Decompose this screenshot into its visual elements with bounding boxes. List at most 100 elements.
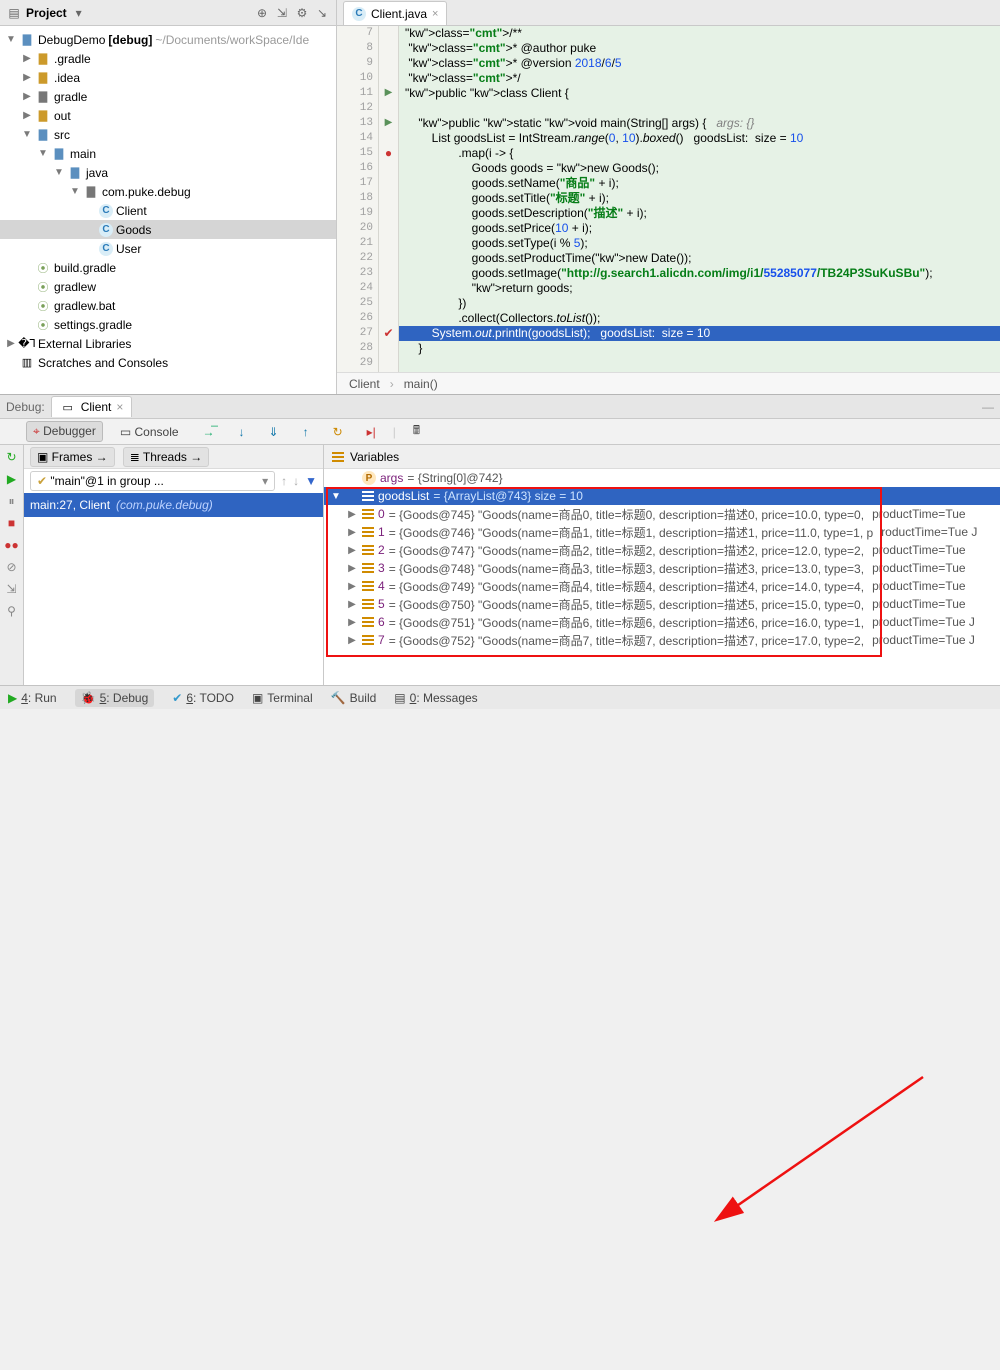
- tree-item[interactable]: ▶▇.idea: [0, 68, 336, 87]
- pause-icon[interactable]: ⏸: [4, 493, 20, 509]
- var-item[interactable]: ▶ 2 = {Goods@747} "Goods(name=商品2, title…: [324, 541, 1000, 559]
- project-tree[interactable]: ▼ ▇ DebugDemo [debug] ~/Documents/workSp…: [0, 26, 336, 394]
- variables-panel: Variables P args = {String[0]@742} ▼ goo…: [324, 445, 1000, 685]
- debug-panel: Debug: ▭ Client × — ⌖ Debugger ▭ Console…: [0, 394, 1000, 685]
- editor-tabbar: C Client.java ×: [337, 0, 1000, 26]
- run-tool[interactable]: ▶ 4: Run: [8, 691, 57, 705]
- mute-breakpoints-icon[interactable]: ⊘: [4, 559, 20, 575]
- var-item[interactable]: ▶ 0 = {Goods@745} "Goods(name=商品0, title…: [324, 505, 1000, 523]
- project-title: Project: [26, 6, 67, 20]
- debugger-tab[interactable]: ⌖ Debugger: [26, 421, 103, 442]
- close-icon[interactable]: ×: [116, 400, 123, 414]
- project-sidebar: ▤ Project ▾ ⊕ ⇲ ⚙ ↘ ▼ ▇ DebugDemo [debug…: [0, 0, 337, 394]
- variables-title: Variables: [350, 450, 399, 464]
- terminal-tool[interactable]: ▣ Terminal: [252, 691, 313, 705]
- code-editor[interactable]: 7891011121314151617181920212223242526272…: [337, 26, 1000, 372]
- file-icon: ⦿: [35, 279, 51, 295]
- tree-item[interactable]: ▶▇out: [0, 106, 336, 125]
- settings-icon[interactable]: ⇲: [4, 581, 20, 597]
- view-breakpoints-icon[interactable]: ●●: [4, 537, 20, 553]
- crumb-class[interactable]: Client: [349, 377, 380, 391]
- threads-tab[interactable]: ≣ Threads →: [123, 447, 210, 467]
- tree-item[interactable]: CUser: [0, 239, 336, 258]
- pin-icon[interactable]: ⚲: [4, 603, 20, 619]
- list-icon: [362, 599, 374, 609]
- var-args[interactable]: P args = {String[0]@742}: [324, 469, 1000, 487]
- frames-panel: ▣ Frames → ≣ Threads → ✔ "main"@1 in gro…: [24, 445, 324, 685]
- target-icon[interactable]: ⊕: [254, 5, 270, 21]
- build-tool[interactable]: 🔨 Build: [331, 691, 377, 705]
- java-class-icon: C: [352, 7, 366, 21]
- thread-selector[interactable]: ✔ "main"@1 in group ... ▾: [30, 471, 275, 491]
- tree-item[interactable]: ▼▇com.puke.debug: [0, 182, 336, 201]
- tree-item[interactable]: ⦿settings.gradle: [0, 315, 336, 334]
- stop-icon[interactable]: ■: [4, 515, 20, 531]
- annotation-arrow: [0, 709, 1000, 1370]
- external-libraries[interactable]: ▶�⅂ External Libraries: [0, 334, 336, 353]
- prev-frame-icon[interactable]: ↑: [281, 474, 287, 488]
- var-item[interactable]: ▶ 4 = {Goods@749} "Goods(name=商品4, title…: [324, 577, 1000, 595]
- step-out-icon[interactable]: ↑: [296, 422, 316, 442]
- var-item[interactable]: ▶ 1 = {Goods@746} "Goods(name=商品1, title…: [324, 523, 1000, 541]
- list-icon: [362, 491, 374, 501]
- var-item[interactable]: ▶ 6 = {Goods@751} "Goods(name=商品6, title…: [324, 613, 1000, 631]
- file-icon: ⦿: [35, 298, 51, 314]
- gear-icon[interactable]: ⚙: [294, 5, 310, 21]
- list-icon: [362, 509, 374, 519]
- var-item[interactable]: ▶ 7 = {Goods@752} "Goods(name=商品7, title…: [324, 631, 1000, 649]
- hide-icon[interactable]: ↘: [314, 5, 330, 21]
- tree-item[interactable]: ▶▇.gradle: [0, 49, 336, 68]
- close-tab-icon[interactable]: ×: [432, 8, 438, 20]
- tree-item[interactable]: ▼▇java: [0, 163, 336, 182]
- rerun-icon[interactable]: ↻: [4, 449, 20, 465]
- step-into-icon[interactable]: ↓: [232, 422, 252, 442]
- tree-item[interactable]: ⦿gradlew: [0, 277, 336, 296]
- tree-item[interactable]: CClient: [0, 201, 336, 220]
- variables-icon: [332, 452, 344, 462]
- force-step-into-icon[interactable]: ⇓: [262, 422, 286, 442]
- var-item[interactable]: ▶ 5 = {Goods@750} "Goods(name=商品5, title…: [324, 595, 1000, 613]
- scratches-consoles[interactable]: ▥ Scratches and Consoles: [0, 353, 336, 372]
- frames-tab[interactable]: ▣ Frames →: [30, 447, 115, 467]
- dropdown-icon[interactable]: ▾: [71, 5, 87, 21]
- drop-frame-icon[interactable]: ↻: [326, 422, 350, 442]
- crumb-method[interactable]: main(): [404, 377, 438, 391]
- root-tag: [debug]: [108, 33, 152, 47]
- todo-tool[interactable]: ✔ 6: TODO: [172, 691, 234, 705]
- tree-item[interactable]: ▶▇gradle: [0, 87, 336, 106]
- var-item[interactable]: ▶ 3 = {Goods@748} "Goods(name=商品3, title…: [324, 559, 1000, 577]
- thread-selector-row: ✔ "main"@1 in group ... ▾ ↑ ↓ ▼: [24, 469, 323, 493]
- stack-frame[interactable]: main:27, Client (com.puke.debug): [24, 493, 323, 517]
- folder-icon: ▇: [35, 127, 51, 143]
- step-over-icon[interactable]: →̅: [196, 422, 222, 442]
- tree-item[interactable]: CGoods: [0, 220, 336, 239]
- list-icon: [362, 563, 374, 573]
- console-tab[interactable]: ▭ Console: [113, 422, 186, 442]
- tree-item[interactable]: ▼▇main: [0, 144, 336, 163]
- collapse-icon[interactable]: ⇲: [274, 5, 290, 21]
- tree-root[interactable]: ▼ ▇ DebugDemo [debug] ~/Documents/workSp…: [0, 30, 336, 49]
- app-icon: ▭: [60, 399, 76, 415]
- var-goodslist[interactable]: ▼ goodsList = {ArrayList@743} size = 10: [324, 487, 1000, 505]
- editor-tab-client[interactable]: C Client.java ×: [343, 1, 447, 25]
- list-icon: [362, 617, 374, 627]
- debug-tool[interactable]: 🐞 5: Debug: [75, 689, 155, 707]
- minimize-icon[interactable]: —: [982, 400, 994, 414]
- list-icon: [362, 527, 374, 537]
- tree-item[interactable]: ▼▇src: [0, 125, 336, 144]
- java-class-icon: C: [99, 204, 113, 218]
- list-icon: [362, 635, 374, 645]
- breadcrumb[interactable]: Client › main(): [337, 372, 1000, 394]
- folder-icon: ▇: [35, 70, 51, 86]
- debug-session-tab[interactable]: ▭ Client ×: [51, 396, 133, 417]
- evaluate-icon[interactable]: 🖩: [406, 418, 427, 445]
- list-icon: [362, 545, 374, 555]
- resume-icon[interactable]: ▶: [4, 471, 20, 487]
- next-frame-icon[interactable]: ↓: [293, 474, 299, 488]
- filter-icon[interactable]: ▼: [305, 474, 317, 488]
- messages-tool[interactable]: ▤ 0: Messages: [394, 691, 477, 705]
- folder-icon: ▇: [83, 184, 99, 200]
- tree-item[interactable]: ⦿gradlew.bat: [0, 296, 336, 315]
- tree-item[interactable]: ⦿build.gradle: [0, 258, 336, 277]
- run-to-cursor-icon[interactable]: ▸|: [360, 422, 383, 442]
